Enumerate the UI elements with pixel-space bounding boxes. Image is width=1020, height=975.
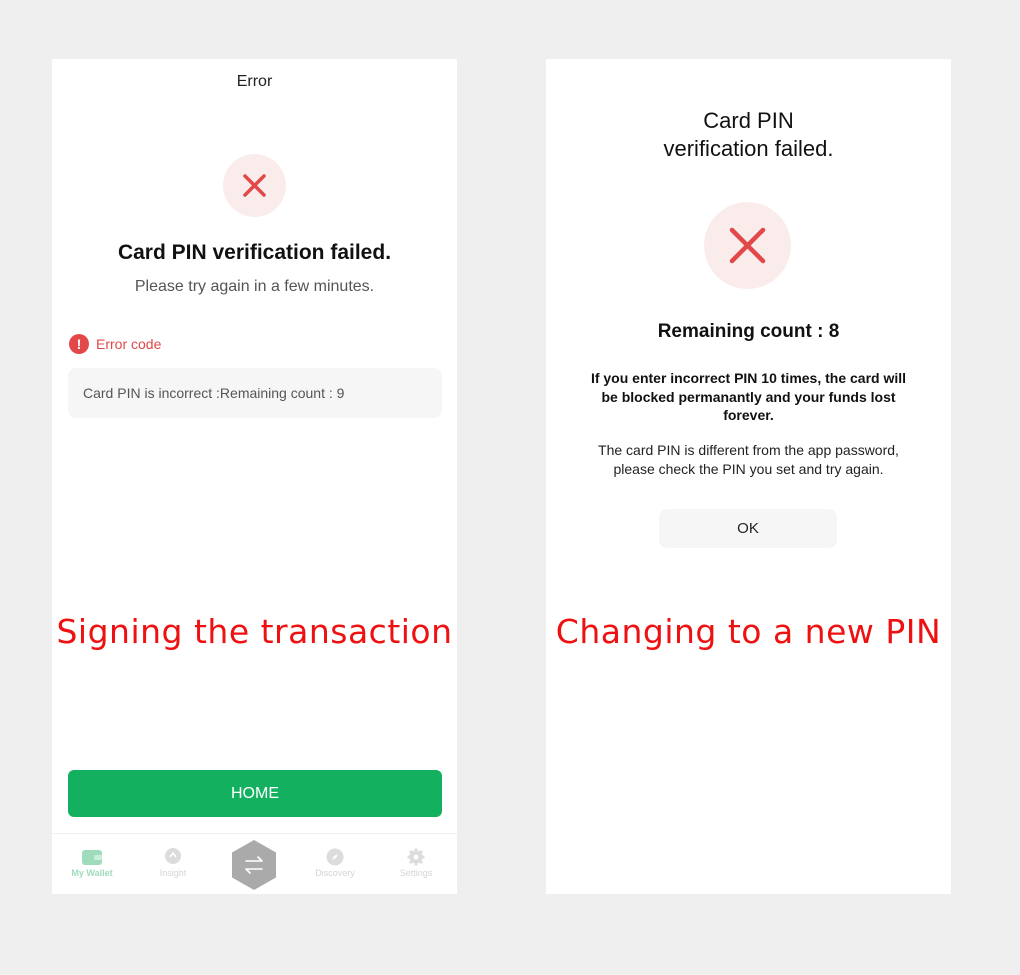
swap-arrows-icon	[232, 840, 276, 890]
error-x-icon	[704, 202, 791, 289]
compass-icon	[326, 848, 344, 866]
error-x-icon	[223, 154, 286, 217]
tab-label: Insight	[159, 868, 187, 878]
tab-discovery[interactable]: Discovery	[300, 848, 370, 878]
bulb-icon	[165, 848, 181, 864]
ok-button[interactable]: OK	[659, 509, 837, 548]
gear-icon	[407, 848, 425, 866]
pin-info-text: The card PIN is different from the app p…	[598, 442, 899, 477]
change-pin-error-screen: Card PIN verification failed. Remaining …	[546, 59, 951, 894]
wallet-icon	[82, 850, 102, 865]
swap-center-button[interactable]	[230, 839, 278, 891]
title-line-1: Card PIN	[703, 108, 794, 133]
home-button[interactable]: HOME	[68, 770, 442, 817]
tab-my-wallet[interactable]: My Wallet	[57, 848, 127, 878]
tab-label: My Wallet	[71, 868, 113, 878]
caption-signing: Signing the transaction	[56, 612, 453, 651]
error-headline: Card PIN verification failed.	[117, 241, 392, 264]
error-subtext: Please try again in a few minutes.	[134, 278, 375, 295]
title-line-2: verification failed.	[663, 136, 834, 161]
tab-insight[interactable]: Insight	[138, 848, 208, 878]
error-code-label: Error code	[96, 336, 162, 352]
block-warning: If you enter incorrect PIN 10 times, the…	[590, 370, 907, 423]
error-message-box: Card PIN is incorrect :Remaining count :…	[68, 368, 442, 418]
remaining-count: Remaining count : 8	[657, 321, 840, 342]
bottom-tab-bar: My Wallet Insight Discovery Settings	[52, 833, 457, 894]
tab-label: Discovery	[315, 868, 355, 878]
tab-settings[interactable]: Settings	[381, 848, 451, 878]
caption-new-pin: Changing to a new PIN	[555, 612, 942, 651]
signing-error-screen: Error Card PIN verification failed. Plea…	[52, 59, 457, 894]
header-title: Error	[236, 73, 273, 90]
exclamation-icon: !	[69, 334, 89, 354]
tab-label: Settings	[399, 868, 433, 878]
error-code-row: ! Error code	[69, 333, 161, 355]
